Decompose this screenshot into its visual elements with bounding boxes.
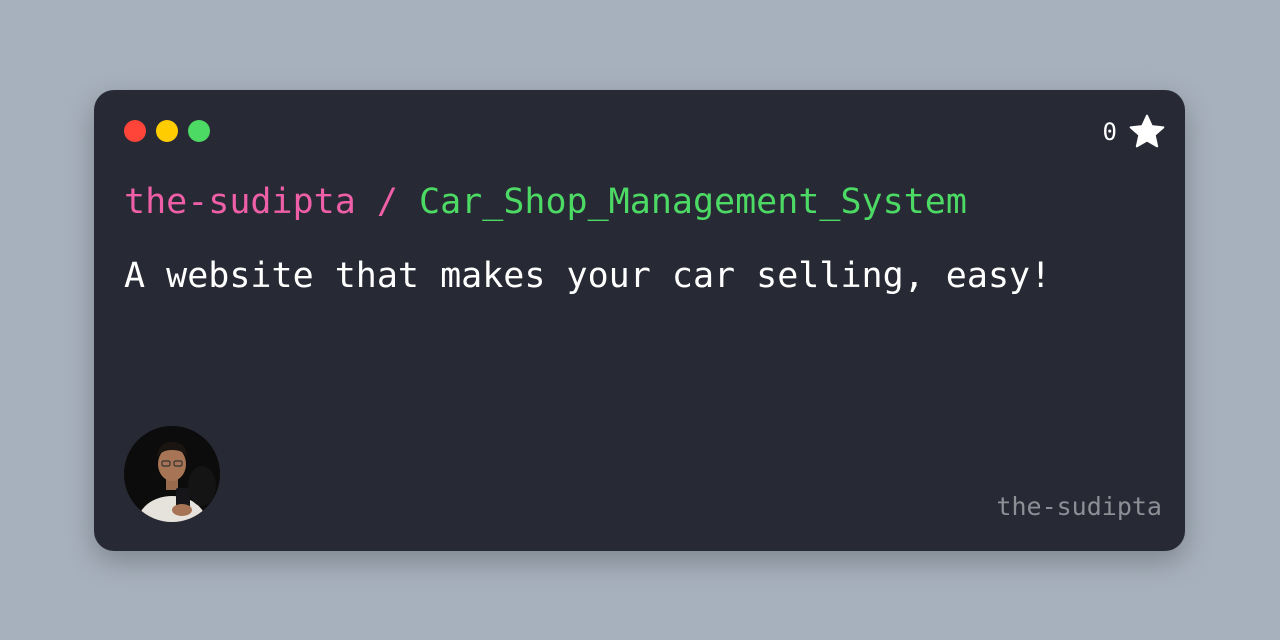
maximize-dot <box>188 120 210 142</box>
star-count: 0 <box>1102 118 1117 146</box>
star-counter: 0 <box>1103 112 1167 152</box>
repo-title: the-sudipta / Car_Shop_Management_System <box>124 178 967 226</box>
close-dot <box>124 120 146 142</box>
avatar-image <box>124 426 220 522</box>
avatar <box>124 426 220 522</box>
window-controls <box>124 120 210 142</box>
repo-description: A website that makes your car selling, e… <box>124 256 1052 296</box>
repo-separator: / <box>376 182 398 222</box>
repo-owner[interactable]: the-sudipta <box>124 182 356 222</box>
repo-name[interactable]: Car_Shop_Management_System <box>419 182 967 222</box>
repo-card: 0 the-sudipta / Car_Shop_Management_Syst… <box>94 90 1185 551</box>
star-icon <box>1129 114 1165 148</box>
footer-username[interactable]: the-sudipta <box>996 492 1162 521</box>
minimize-dot <box>156 120 178 142</box>
